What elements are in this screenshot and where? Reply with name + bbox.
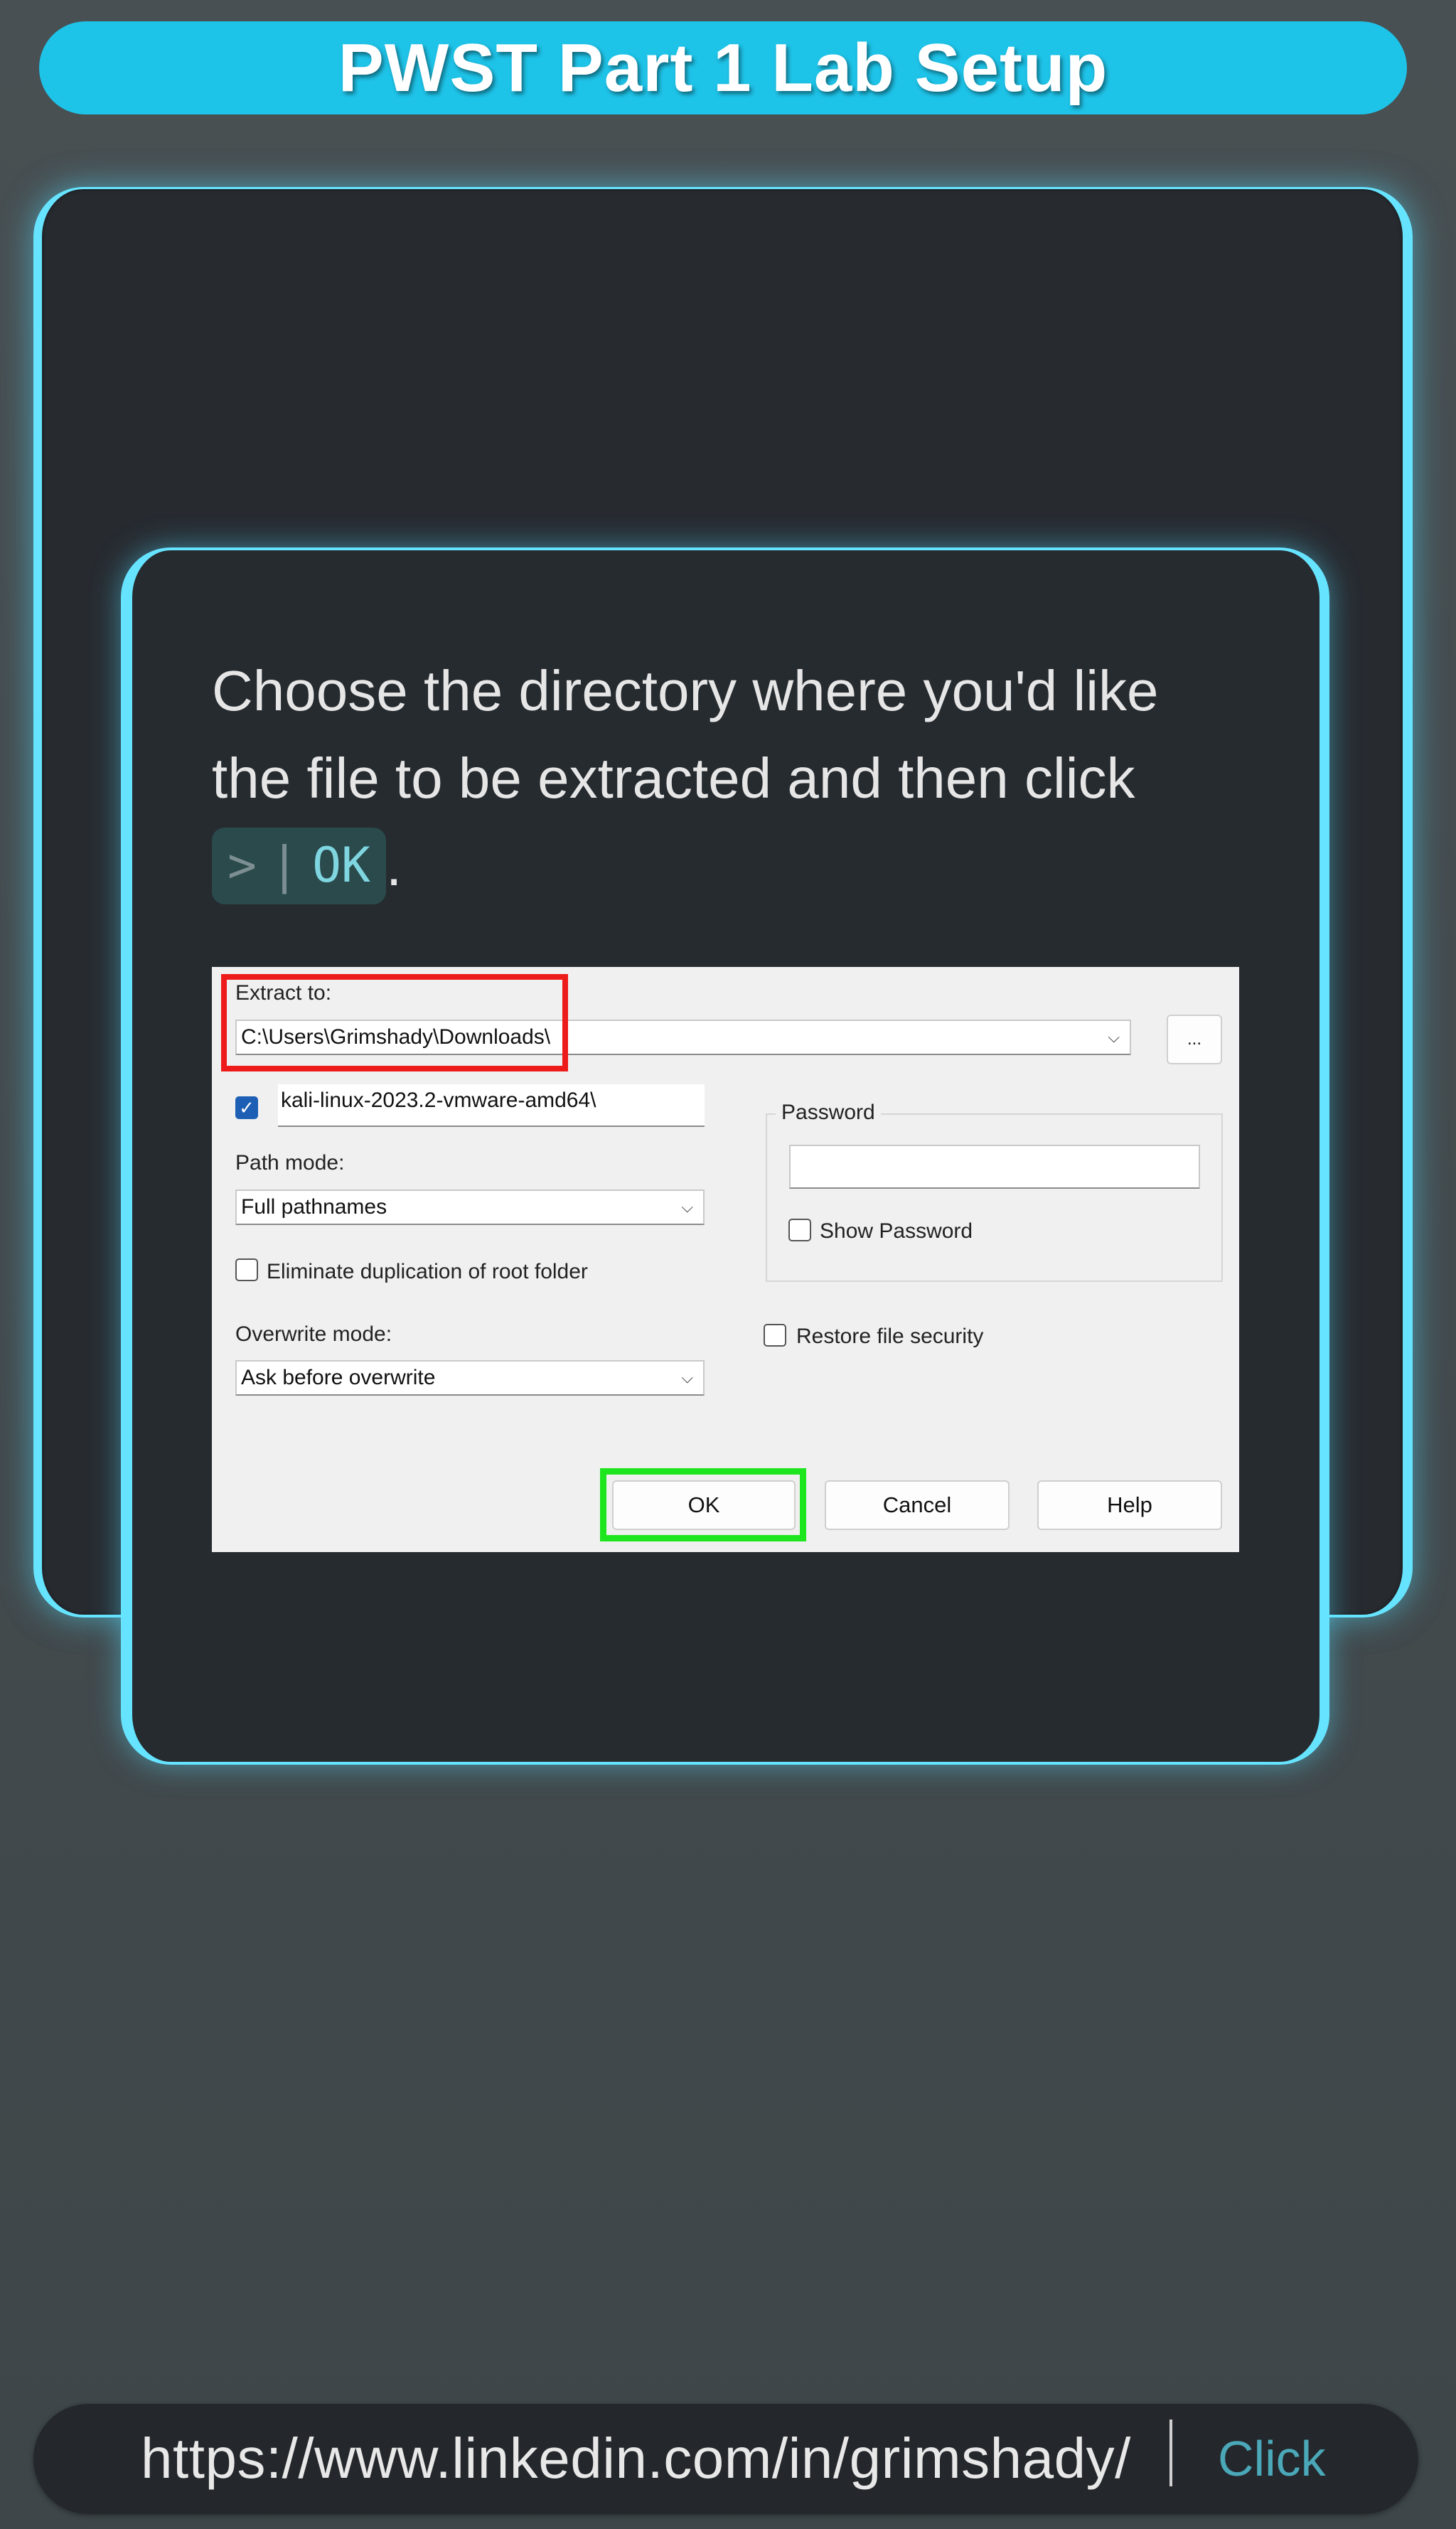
password-input[interactable] [789, 1145, 1200, 1189]
browse-button[interactable]: ... [1167, 1015, 1222, 1064]
show-password-checkbox[interactable] [788, 1219, 811, 1241]
cancel-button[interactable]: Cancel [825, 1480, 1010, 1530]
path-mode-select[interactable]: Full pathnames ⌵ [235, 1189, 705, 1225]
subfolder-input[interactable]: kali-linux-2023.2-vmware-amd64\ [278, 1084, 705, 1127]
restore-security-checkbox[interactable] [764, 1324, 786, 1347]
path-mode-label: Path mode: [235, 1151, 345, 1175]
key-separator: | [269, 836, 300, 895]
eliminate-dup-label: Eliminate duplication of root folder [267, 1260, 588, 1283]
eliminate-dup-checkbox[interactable] [235, 1258, 258, 1281]
ok-button-highlight [600, 1468, 806, 1541]
extract-dialog: Extract to: C:\Users\Grimshady\Downloads… [212, 967, 1239, 1552]
restore-security-label: Restore file security [796, 1325, 984, 1348]
overwrite-mode-value: Ask before overwrite [241, 1366, 436, 1389]
password-group-label: Password [776, 1101, 881, 1125]
title-banner: PWST Part 1 Lab Setup [39, 21, 1407, 114]
show-password-label: Show Password [820, 1219, 973, 1243]
instruction-text: Choose the directory where you'd like th… [212, 659, 1159, 810]
linkedin-link[interactable]: https://www.linkedin.com/in/grimshady/ [141, 2423, 1131, 2494]
trailing-period: . [386, 834, 402, 897]
chevron-down-icon: ⌵ [681, 1369, 693, 1386]
subfolder-value: kali-linux-2023.2-vmware-amd64\ [281, 1089, 596, 1112]
page-title: PWST Part 1 Lab Setup [338, 29, 1108, 106]
chevron-down-icon: ⌵ [1108, 1028, 1120, 1046]
url-separator [1169, 2420, 1172, 2486]
help-button[interactable]: Help [1037, 1480, 1222, 1530]
overwrite-mode-select[interactable]: Ask before overwrite ⌵ [235, 1360, 705, 1396]
click-button[interactable]: Click [1218, 2423, 1326, 2494]
checkmark-icon: ✓ [239, 1096, 255, 1118]
password-group [766, 1113, 1223, 1282]
subfolder-checkbox[interactable]: ✓ [235, 1096, 258, 1119]
chevron-down-icon: ⌵ [681, 1198, 693, 1216]
instruction: Choose the directory where you'd like th… [212, 647, 1236, 909]
overwrite-mode-label: Overwrite mode: [235, 1322, 392, 1346]
ok-key-chip: > | OK [212, 827, 386, 904]
ok-key-label: OK [312, 838, 370, 894]
extract-to-highlight [221, 974, 568, 1071]
prompt-glyph: > [228, 838, 257, 894]
path-mode-value: Full pathnames [241, 1195, 387, 1219]
